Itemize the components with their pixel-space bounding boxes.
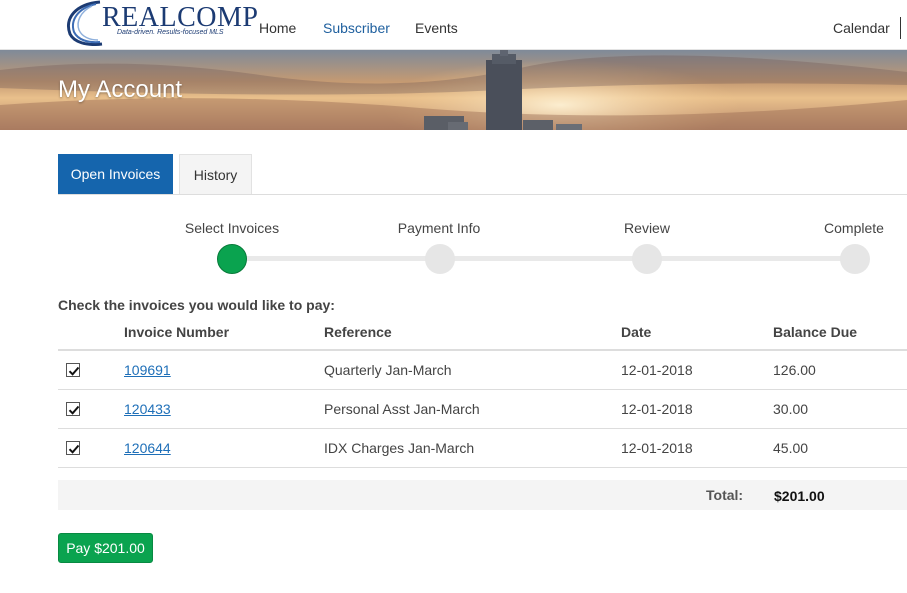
invoice-instructions: Check the invoices you would like to pay… [58, 297, 335, 313]
invoice-reference: Personal Asst Jan-March [324, 401, 480, 417]
step-dot-complete [840, 244, 870, 274]
column-header-invoice-number: Invoice Number [124, 324, 230, 340]
brand-tagline: Data-driven. Results-focused MLS [117, 29, 224, 36]
nav-divider [900, 17, 901, 39]
column-header-balance-due: Balance Due [773, 324, 858, 340]
tab-history[interactable]: History [179, 154, 252, 195]
realcomp-logo[interactable]: REALCOMP Data-driven. Results-focused ML… [62, 0, 258, 46]
table-row: 109691 Quarterly Jan-March 12-01-2018 12… [58, 351, 907, 390]
invoice-date: 12-01-2018 [621, 401, 693, 417]
total-value: $201.00 [774, 488, 825, 504]
nav-subscriber[interactable]: Subscriber [323, 20, 390, 36]
step-label-select-invoices: Select Invoices [184, 220, 280, 236]
invoice-reference: IDX Charges Jan-March [324, 440, 475, 456]
invoice-date: 12-01-2018 [621, 362, 693, 378]
step-label-complete: Complete [824, 220, 884, 236]
nav-events[interactable]: Events [415, 20, 458, 36]
stepper-track [232, 256, 854, 261]
invoice-date: 12-01-2018 [621, 440, 693, 456]
checkmark-icon [68, 444, 80, 454]
step-dot-review [632, 244, 662, 274]
invoice-checkbox[interactable] [66, 441, 80, 455]
step-label-review: Review [624, 220, 670, 236]
step-label-payment-info: Payment Info [397, 220, 481, 236]
step-dot-select-invoices [217, 244, 247, 274]
nav-calendar[interactable]: Calendar [833, 20, 890, 36]
tab-open-invoices[interactable]: Open Invoices [58, 154, 173, 195]
pay-button[interactable]: Pay $201.00 [58, 533, 153, 563]
checkmark-icon [68, 366, 80, 376]
invoice-checkbox[interactable] [66, 402, 80, 416]
top-navbar: REALCOMP Data-driven. Results-focused ML… [0, 0, 907, 50]
step-dot-payment-info [425, 244, 455, 274]
checkmark-icon [68, 405, 80, 415]
total-row: Total: $201.00 [58, 480, 907, 510]
invoice-number-link[interactable]: 120433 [124, 401, 171, 417]
tab-divider [58, 194, 907, 195]
table-row: 120644 IDX Charges Jan-March 12-01-2018 … [58, 429, 907, 468]
column-header-reference: Reference [324, 324, 392, 340]
total-label: Total: [706, 487, 744, 503]
page-title: My Account [58, 76, 183, 103]
invoice-number-link[interactable]: 120644 [124, 440, 171, 456]
invoice-checkbox[interactable] [66, 363, 80, 377]
invoice-number-link[interactable]: 109691 [124, 362, 171, 378]
nav-home[interactable]: Home [259, 20, 296, 36]
invoice-balance: 45.00 [773, 440, 809, 456]
column-header-date: Date [621, 324, 652, 340]
invoice-balance: 126.00 [773, 362, 816, 378]
table-row: 120433 Personal Asst Jan-March 12-01-201… [58, 390, 907, 429]
page-banner: My Account [0, 50, 907, 130]
invoice-balance: 30.00 [773, 401, 809, 417]
invoice-reference: Quarterly Jan-March [324, 362, 452, 378]
